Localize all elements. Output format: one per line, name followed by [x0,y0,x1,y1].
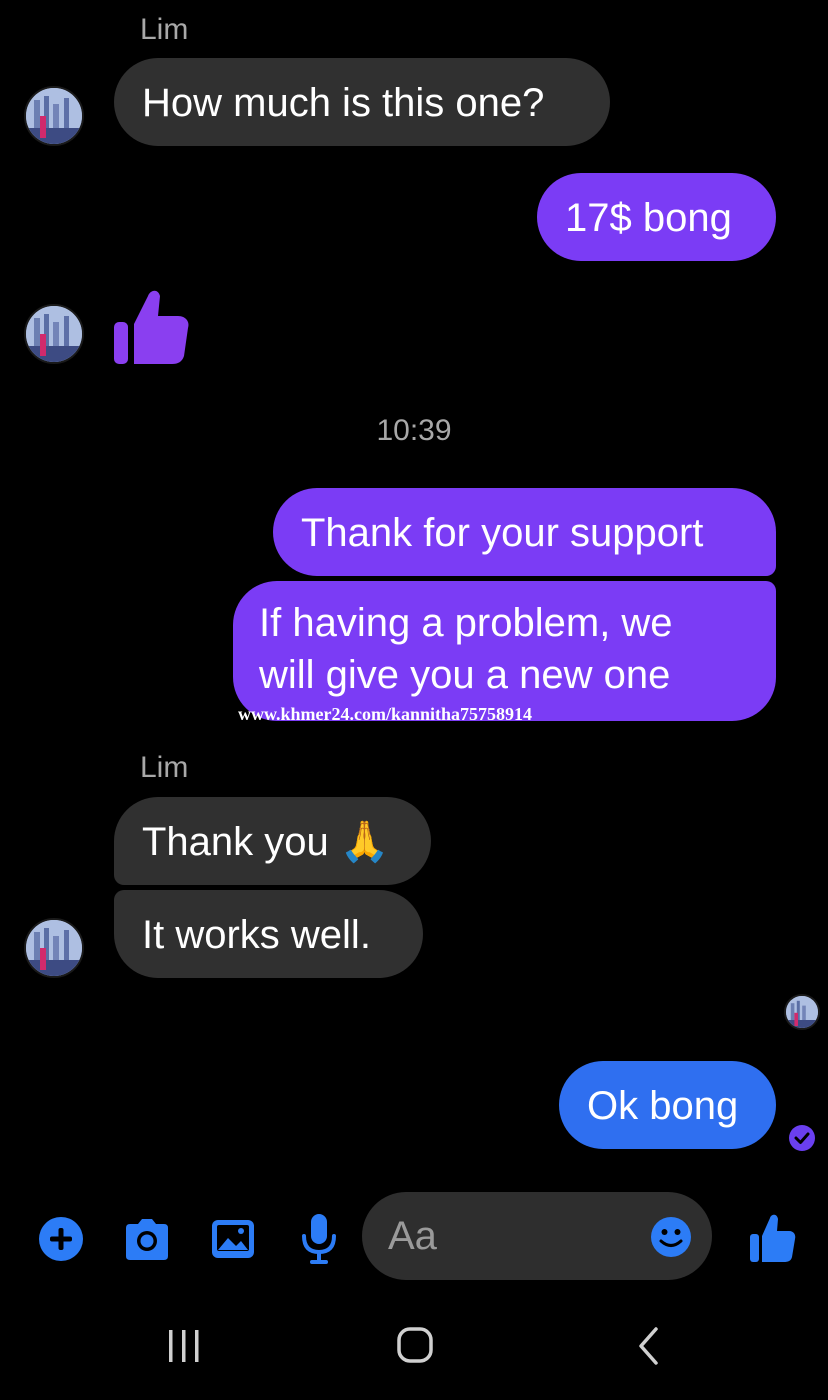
timestamp: 10:39 [376,414,452,447]
outgoing-message-bubble[interactable]: Thank for your support [273,488,776,576]
avatar-photo-icon [786,996,818,1028]
thumbs-up-icon[interactable] [748,1212,796,1264]
avatar-photo-icon [26,306,82,362]
contact-avatar[interactable] [24,86,84,146]
incoming-message-bubble[interactable]: Thank you 🙏 [114,797,431,885]
message-text: 17$ bong [565,196,732,240]
plus-icon[interactable] [38,1216,84,1262]
message-text: It works well. [142,913,371,957]
message-text: Thank for your support [301,511,704,555]
message-text: Ok bong [587,1084,739,1128]
read-receipt-avatar [784,994,820,1030]
message-text: How much is this one? [142,81,545,125]
avatar-photo-icon [26,920,82,976]
emoji-icon[interactable] [650,1216,692,1258]
message-input[interactable]: Aa [362,1192,712,1280]
watermark: www.khmer24.com/kannitha75758914 [238,704,533,724]
outgoing-message-bubble[interactable]: Ok bong [559,1061,776,1149]
message-input-placeholder: Aa [388,1214,437,1258]
avatar-photo-icon [26,88,82,144]
sender-name: Lim [140,13,189,46]
contact-avatar[interactable] [24,918,84,978]
home-icon[interactable] [396,1326,434,1364]
recents-icon[interactable] [166,1328,202,1364]
like-reaction[interactable] [112,284,192,368]
contact-avatar[interactable] [24,304,84,364]
mic-icon[interactable] [300,1212,338,1266]
thumbs-up-icon [114,290,189,364]
sent-check-icon [788,1124,816,1152]
message-text-line: If having a problem, we [259,601,673,645]
message-text: Thank you 🙏 [142,820,390,864]
incoming-message-bubble[interactable]: It works well. [114,890,423,978]
incoming-message-bubble[interactable]: How much is this one? [114,58,610,146]
message-text-line: will give you a new one [259,653,671,697]
sender-name: Lim [140,751,189,784]
back-icon[interactable] [634,1326,664,1366]
outgoing-message-bubble[interactable]: 17$ bong [537,173,776,261]
outgoing-message-bubble[interactable]: If having a problem, we will give you a … [233,581,776,721]
camera-icon[interactable] [122,1216,172,1262]
image-icon[interactable] [210,1218,256,1260]
